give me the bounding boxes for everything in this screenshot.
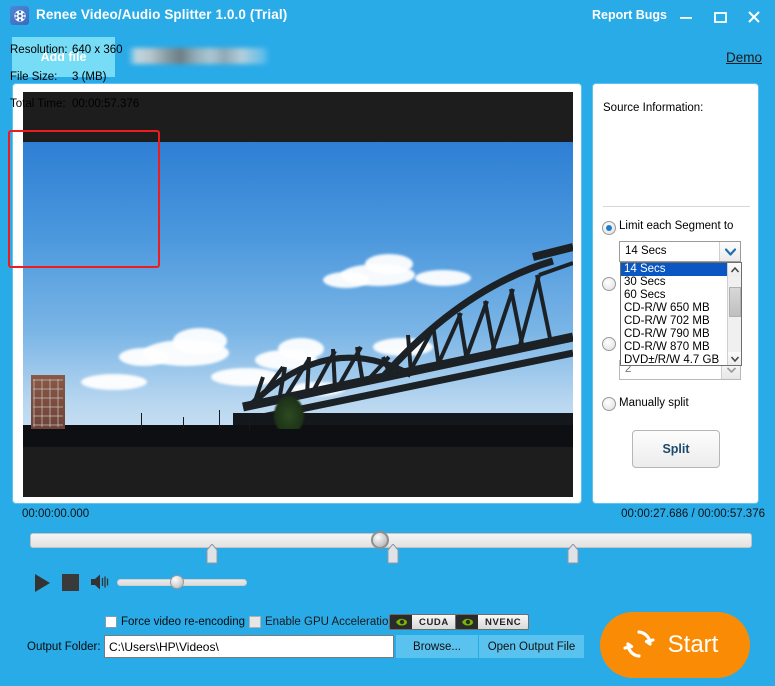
scroll-down-icon[interactable] (728, 352, 742, 365)
gpu-acceleration-checkbox[interactable] (249, 616, 261, 628)
scrollbar-thumb[interactable] (729, 287, 741, 317)
output-folder-input[interactable] (104, 635, 394, 658)
list-item[interactable]: CD-R/W 702 MB (621, 315, 728, 328)
stop-icon[interactable] (62, 574, 79, 591)
radio-option-3[interactable] (602, 337, 616, 351)
timeline-current-total-time: 00:00:27.686 / 00:00:57.376 (621, 508, 765, 520)
force-reencode-checkbox[interactable] (105, 616, 117, 628)
segment-size-dropdown-list[interactable]: 14 Secs 30 Secs 60 Secs CD-R/W 650 MB CD… (620, 262, 742, 366)
speaker-icon[interactable] (90, 573, 110, 591)
volume-slider-handle[interactable] (170, 575, 184, 589)
cuda-badge-label: CUDA (412, 615, 456, 629)
resolution-label: Resolution: (10, 44, 72, 56)
radio-limit-each-segment[interactable] (602, 221, 616, 235)
chevron-down-icon[interactable] (719, 242, 740, 261)
title-bar: Renee Video/Audio Splitter 1.0.0 (Trial)… (0, 0, 775, 32)
nvidia-eye-icon (390, 615, 412, 629)
dropdown-items: 14 Secs 30 Secs 60 Secs CD-R/W 650 MB CD… (621, 263, 728, 366)
radio-limit-each-segment-label[interactable]: Limit each Segment to (619, 220, 733, 232)
segment-size-combobox[interactable]: 14 Secs (619, 241, 741, 262)
totaltime-value: 00:00:57.376 (72, 98, 139, 110)
timeline-marker[interactable] (206, 544, 218, 564)
totaltime-label: Total Time: (10, 98, 72, 110)
resolution-row: Resolution:640 x 360 (10, 44, 123, 56)
list-item[interactable]: CD-R/W 650 MB (621, 302, 728, 315)
radio-manually-split-label[interactable]: Manually split (619, 397, 689, 409)
film-reel-icon (10, 6, 29, 25)
totaltime-row: Total Time:00:00:57.376 (10, 98, 139, 110)
dropdown-scrollbar[interactable] (727, 263, 741, 365)
list-item[interactable]: 14 Secs (621, 263, 728, 276)
refresh-circular-icon (622, 627, 656, 664)
timeline-marker[interactable] (387, 544, 399, 564)
gpu-acceleration-label[interactable]: Enable GPU Acceleration (265, 616, 395, 628)
filesize-label: File Size: (10, 71, 72, 83)
loaded-file-name-redacted (128, 48, 270, 64)
list-item[interactable]: DVD±/R/W 4.7 GB (621, 354, 728, 366)
play-icon[interactable] (32, 573, 52, 593)
timeline-marker[interactable] (567, 544, 579, 564)
window-title: Renee Video/Audio Splitter 1.0.0 (Trial) (36, 7, 287, 22)
force-reencode-label[interactable]: Force video re-encoding (121, 616, 245, 628)
maximize-icon[interactable] (711, 8, 729, 26)
nvenc-badge-label: NVENC (478, 615, 528, 629)
filesize-row: File Size:3 (MB) (10, 71, 107, 83)
nvenc-badge: NVENC (455, 614, 529, 630)
resolution-value: 640 x 360 (72, 44, 123, 56)
application-window: Renee Video/Audio Splitter 1.0.0 (Trial)… (0, 0, 775, 686)
list-item[interactable]: 30 Secs (621, 276, 728, 289)
radio-manually-split[interactable] (602, 397, 616, 411)
close-icon[interactable] (745, 8, 763, 26)
building-silhouette (31, 375, 65, 429)
start-button[interactable]: Start (600, 612, 750, 678)
tree-silhouette (273, 395, 305, 429)
list-item[interactable]: 60 Secs (621, 289, 728, 302)
segment-size-value: 14 Secs (625, 245, 667, 257)
report-bugs-link[interactable]: Report Bugs (592, 8, 667, 22)
panel-divider (603, 206, 750, 207)
source-information-heading: Source Information: (603, 102, 703, 114)
browse-button[interactable]: Browse... (396, 635, 478, 658)
nvidia-eye-icon (456, 615, 478, 629)
filesize-value: 3 (MB) (72, 71, 107, 83)
timeline-start-time: 00:00:00.000 (22, 508, 89, 520)
minimize-icon[interactable] (677, 8, 695, 26)
start-button-label: Start (668, 631, 719, 659)
radio-option-2[interactable] (602, 277, 616, 291)
open-output-file-button[interactable]: Open Output File (479, 635, 584, 658)
demo-link[interactable]: Demo (726, 50, 762, 65)
cuda-badge: CUDA (389, 614, 457, 630)
list-item[interactable]: CD-R/W 870 MB (621, 341, 728, 354)
split-button[interactable]: Split (632, 430, 720, 468)
split-options-highlight-box (8, 130, 160, 268)
list-item[interactable]: CD-R/W 790 MB (621, 328, 728, 341)
output-folder-label: Output Folder: (27, 641, 101, 653)
scroll-up-icon[interactable] (728, 263, 742, 276)
